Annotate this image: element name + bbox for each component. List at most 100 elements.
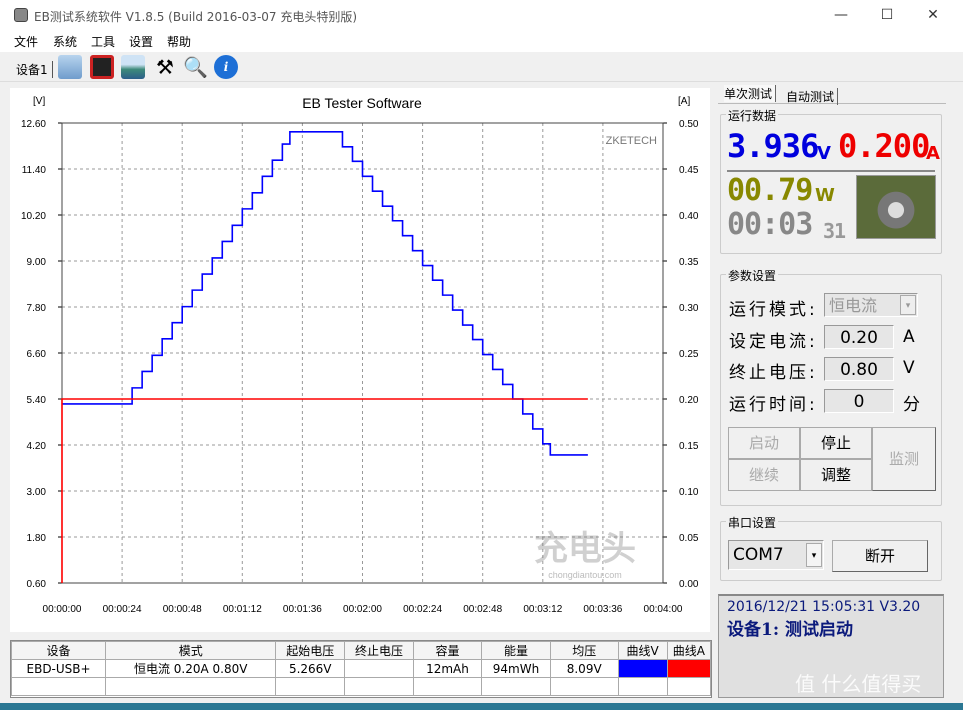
x-tick-label: 00:03:36 — [583, 604, 622, 615]
run-data-group: 运行数据 3.936 V 0.200 A 00.79 W 00:03 31 — [720, 107, 942, 254]
current-label: 设定电流: — [729, 332, 818, 352]
y2-tick-label: 0.20 — [679, 395, 699, 406]
table-cell — [412, 677, 483, 696]
column-header[interactable]: 终止电压 — [344, 641, 414, 660]
monitor-button[interactable]: 监测 — [872, 427, 936, 491]
y-axis-label: [V] — [33, 96, 45, 107]
table-cell — [666, 677, 712, 696]
time-input[interactable]: 0 — [824, 389, 894, 413]
serial-label: 串口设置 — [726, 514, 779, 531]
voltage-input[interactable]: 0.80 — [824, 357, 894, 381]
voltage-unit: V — [817, 143, 831, 164]
stop-button[interactable]: 停止 — [800, 427, 872, 459]
tab-auto-test[interactable]: 自动测试 — [786, 88, 839, 105]
table-row[interactable]: EBD-USB+ 恒电流 0.20A 0.80V 5.266V 12mAh 94mWh 8… — [10, 659, 712, 678]
column-header[interactable]: 能量 — [481, 641, 551, 660]
y2-tick-label: 0.15 — [679, 441, 699, 452]
x-tick-label: 00:03:12 — [523, 604, 562, 615]
tab-bar: 单次测试 自动测试 — [718, 84, 946, 105]
com-port-value: COM7 — [733, 545, 784, 565]
current-unit-label: A — [903, 327, 915, 347]
serial-group: 串口设置 COM7 ▾ 断开 — [720, 514, 942, 581]
y2-tick-label: 0.10 — [679, 487, 699, 498]
y2-tick-label: 0.40 — [679, 211, 699, 222]
current-readout: 0.200 — [838, 127, 930, 165]
y2-tick-label: 0.35 — [679, 257, 699, 268]
app-window: EB测试系统软件 V1.8.5 (Build 2016-03-07 充电头特别版… — [0, 0, 963, 703]
status-line-2: 设备1: 测试启动 — [727, 620, 854, 640]
start-button[interactable]: 启动 — [728, 427, 800, 459]
current-unit: A — [926, 143, 940, 164]
y-tick-label: 10.20 — [21, 211, 46, 222]
chevron-down-icon[interactable]: ▾ — [900, 295, 916, 315]
power-unit: W — [815, 185, 835, 206]
disconnect-button[interactable]: 断开 — [832, 540, 928, 572]
x-tick-label: 00:02:24 — [403, 604, 442, 615]
time-seconds: 31 — [823, 219, 846, 243]
power-readout: 00.79 — [727, 173, 813, 208]
x-tick-label: 00:02:00 — [343, 604, 382, 615]
adjust-button[interactable]: 调整 — [800, 459, 872, 491]
x-tick-label: 00:02:48 — [463, 604, 502, 615]
voltage-series-line — [62, 131, 588, 456]
column-header[interactable]: 模式 — [105, 641, 277, 660]
tab-single-test[interactable]: 单次测试 — [724, 85, 777, 102]
table-cell: 8.09V — [549, 659, 619, 678]
table-cell — [481, 677, 551, 696]
x-tick-label: 00:01:12 — [223, 604, 262, 615]
mode-select[interactable]: 恒电流 ▾ — [824, 293, 918, 317]
results-table: 设备 模式 起始电压 终止电压 容量 能量 均压 曲线V 曲线A EBD-USB+ 恒电流 0.2… — [10, 640, 712, 698]
y2-tick-label: 0.00 — [679, 579, 699, 590]
column-header[interactable]: 曲线A — [666, 641, 712, 660]
y2-tick-label: 0.50 — [679, 119, 699, 130]
column-header[interactable]: 容量 — [412, 641, 483, 660]
y-tick-label: 1.80 — [27, 533, 47, 544]
y-tick-label: 0.60 — [27, 579, 47, 590]
table-cell: 5.266V — [275, 659, 346, 678]
y2-tick-label: 0.30 — [679, 303, 699, 314]
status-log: 2016/12/21 15:05:31 V3.20 设备1: 测试启动 值 什么… — [718, 594, 944, 698]
x-tick-label: 00:04:00 — [644, 604, 683, 615]
column-header[interactable]: 起始电压 — [275, 641, 346, 660]
y-tick-label: 9.00 — [27, 257, 47, 268]
table-cell: 12mAh — [412, 659, 483, 678]
table-cell — [549, 677, 619, 696]
table-cell — [10, 677, 107, 696]
y-tick-label: 3.00 — [27, 487, 47, 498]
table-cell — [617, 677, 668, 696]
column-header[interactable]: 均压 — [549, 641, 619, 660]
params-label: 参数设置 — [726, 267, 779, 284]
site-watermark: 值 什么值得买 — [795, 672, 922, 696]
chevron-down-icon[interactable]: ▾ — [806, 543, 822, 567]
column-header[interactable]: 曲线V — [617, 641, 668, 660]
current-input[interactable]: 0.20 — [824, 325, 894, 349]
resume-button[interactable]: 继续 — [728, 459, 800, 491]
x-tick-label: 00:00:24 — [103, 604, 142, 615]
table-cell — [275, 677, 346, 696]
params-group: 参数设置 运行模式: 恒电流 ▾ 设定电流: 0.20 A 终止电压: 0.80 … — [720, 267, 942, 506]
chongdiantou-url: chongdiantou.com — [548, 570, 622, 580]
x-tick-label: 00:01:36 — [283, 604, 322, 615]
x-tick-label: 00:00:48 — [163, 604, 202, 615]
voltage-readout: 3.936 — [727, 127, 819, 165]
table-header: 设备 模式 起始电压 终止电压 容量 能量 均压 曲线V 曲线A — [10, 641, 712, 660]
cat-photo — [856, 175, 936, 239]
y-tick-label: 12.60 — [21, 119, 46, 130]
table-cell — [105, 677, 277, 696]
com-port-select[interactable]: COM7 ▾ — [728, 540, 824, 570]
table-cell — [344, 677, 414, 696]
y-tick-label: 7.80 — [27, 303, 47, 314]
column-header[interactable]: 设备 — [10, 641, 107, 660]
table-cell: 恒电流 0.20A 0.80V — [105, 659, 277, 678]
time-label: 运行时间: — [729, 395, 818, 415]
zketech-watermark: ZKETECH — [606, 135, 657, 147]
voltage-unit-label: V — [903, 358, 915, 378]
time-unit-label: 分 — [903, 395, 920, 415]
chongdiantou-logo: 充电头 — [534, 529, 636, 569]
chart-title: EB Tester Software — [302, 95, 422, 111]
table-row-empty — [10, 677, 712, 696]
mode-value: 恒电流 — [829, 296, 878, 315]
table-cell — [617, 659, 668, 678]
mode-label: 运行模式: — [729, 300, 818, 320]
table-cell — [344, 659, 414, 678]
